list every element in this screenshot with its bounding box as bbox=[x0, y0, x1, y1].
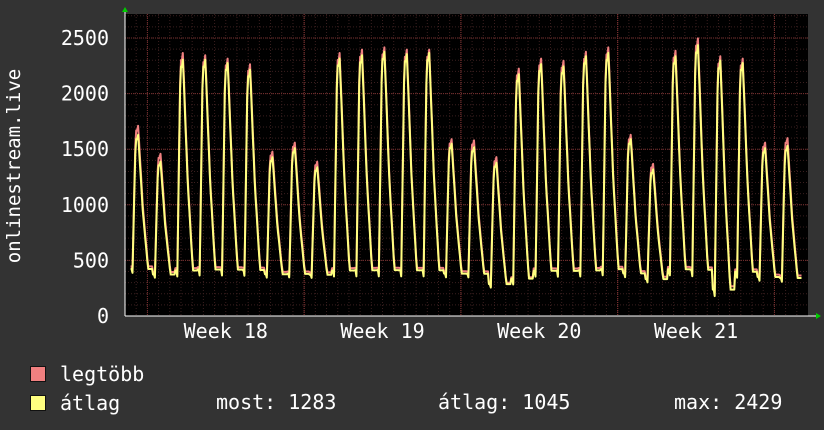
legend-item-avg: átlag bbox=[30, 390, 120, 416]
y-tick-label: 0 bbox=[97, 304, 109, 328]
stat-average: átlag: 1045 bbox=[438, 390, 571, 414]
legend-swatch-avg bbox=[30, 395, 46, 411]
x-axis-arrow bbox=[816, 313, 821, 319]
y-tick-label: 1000 bbox=[61, 193, 109, 217]
legend-item-max: legtöbb bbox=[30, 361, 144, 387]
y-axis-label: onlinestream.live bbox=[3, 16, 25, 316]
chart-svg: 0 500 1000 1500 2000 2500 Week 18 Week 19 Week 2… bbox=[61, 7, 821, 343]
y-tick-label: 1500 bbox=[61, 137, 109, 161]
y-tick-label: 2500 bbox=[61, 26, 109, 50]
chart: 0 500 1000 1500 2000 2500 Week 18 Week 19 Week 2… bbox=[0, 0, 824, 350]
y-axis-arrow bbox=[122, 7, 128, 12]
stat-current: most: 1283 bbox=[216, 390, 337, 414]
y-axis-label-text: onlinestream.live bbox=[3, 68, 25, 264]
x-tick-label: Week 21 bbox=[654, 319, 738, 343]
y-tick-label: 500 bbox=[73, 248, 109, 272]
legend-label-avg: átlag bbox=[60, 391, 121, 415]
legend-label-max: legtöbb bbox=[60, 362, 145, 386]
x-tick-label: Week 19 bbox=[340, 319, 424, 343]
y-tick-label: 2000 bbox=[61, 82, 109, 106]
stat-max: max: 2429 bbox=[674, 390, 783, 414]
x-tick-label: Week 20 bbox=[497, 319, 581, 343]
legend-swatch-max bbox=[30, 366, 46, 382]
x-tick-label: Week 18 bbox=[184, 319, 268, 343]
